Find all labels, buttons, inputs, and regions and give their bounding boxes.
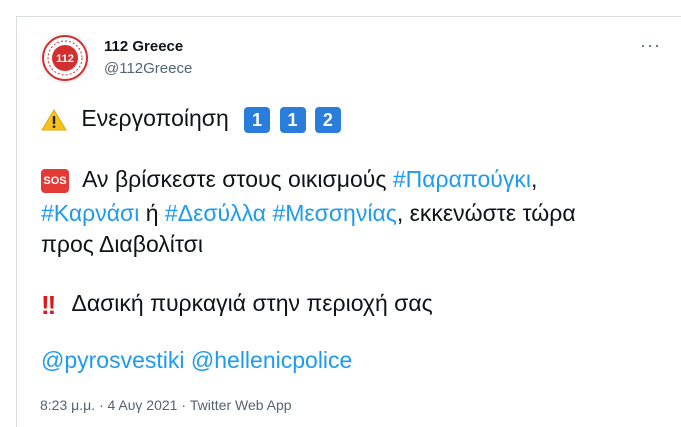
tweet-meta: 8:23 μ.μ. · 4 Αυγ 2021 · Twitter Web App [40, 397, 292, 413]
avatar[interactable]: 112 [40, 33, 90, 83]
hashtag-desylla[interactable]: #Δεσύλλα [165, 200, 266, 226]
tweet-line-mentions: @pyrosvestiki @hellenicpolice [41, 346, 352, 374]
warning-icon [41, 108, 67, 131]
hashtag-karnasi[interactable]: #Καρνάσι [41, 200, 139, 226]
double-exclamation-icon: !! [41, 289, 56, 320]
meta-separator: · [98, 397, 104, 413]
digit-box-3: 2 [314, 106, 341, 133]
account-name[interactable]: 112 Greece [104, 38, 183, 55]
tweet-line-destination: προς Διαβολίτσι [41, 231, 203, 257]
more-icon[interactable]: ··· [640, 36, 661, 54]
activation-text: Ενεργοποίηση [81, 105, 229, 131]
tweet-date[interactable]: 4 Αυγ 2021 [108, 397, 178, 413]
svg-text:112: 112 [56, 53, 74, 65]
tweet-source[interactable]: Twitter Web App [190, 397, 292, 413]
account-handle[interactable]: @112Greece [104, 60, 192, 77]
evacuate-text: , εκκενώστε τώρα [396, 200, 576, 226]
mention-pyrosvestiki[interactable]: @pyrosvestiki [41, 347, 185, 373]
hashtag-messinias[interactable]: #Μεσσηνίας [272, 200, 396, 226]
hashtag-parapougki[interactable]: #Παραπούγκι [393, 166, 531, 192]
digit-box-2: 1 [279, 106, 306, 133]
digit-box-1: 1 [244, 106, 271, 133]
tweet-time[interactable]: 8:23 μ.μ. [40, 397, 95, 413]
tweet-line-hashtags: #Καρνάσι ή #Δεσύλλα #Μεσσηνίας, εκκενώστ… [41, 199, 576, 227]
fire-text: Δασική πυρκαγιά στην περιοχή σας [71, 290, 433, 316]
digit-boxes: 1 1 2 [241, 105, 341, 133]
comma: , [530, 166, 538, 192]
112-logo-icon: 112 [42, 35, 88, 81]
sos-icon: SOS [41, 168, 69, 193]
tweet-line-fire: !! Δασική πυρκαγιά στην περιοχή σας [41, 289, 433, 319]
tweet-line-activation: Ενεργοποίηση 1 1 2 [41, 104, 341, 133]
mention-hellenicpolice[interactable]: @hellenicpolice [191, 347, 352, 373]
meta-separator-2: · [181, 397, 187, 413]
tweet-line-villages: SOS Αν βρίσκεστε στους οικισμούς #Παραπο… [41, 165, 537, 193]
conjunction: ή [145, 200, 159, 226]
villages-text: Αν βρίσκεστε στους οικισμούς [82, 166, 387, 192]
